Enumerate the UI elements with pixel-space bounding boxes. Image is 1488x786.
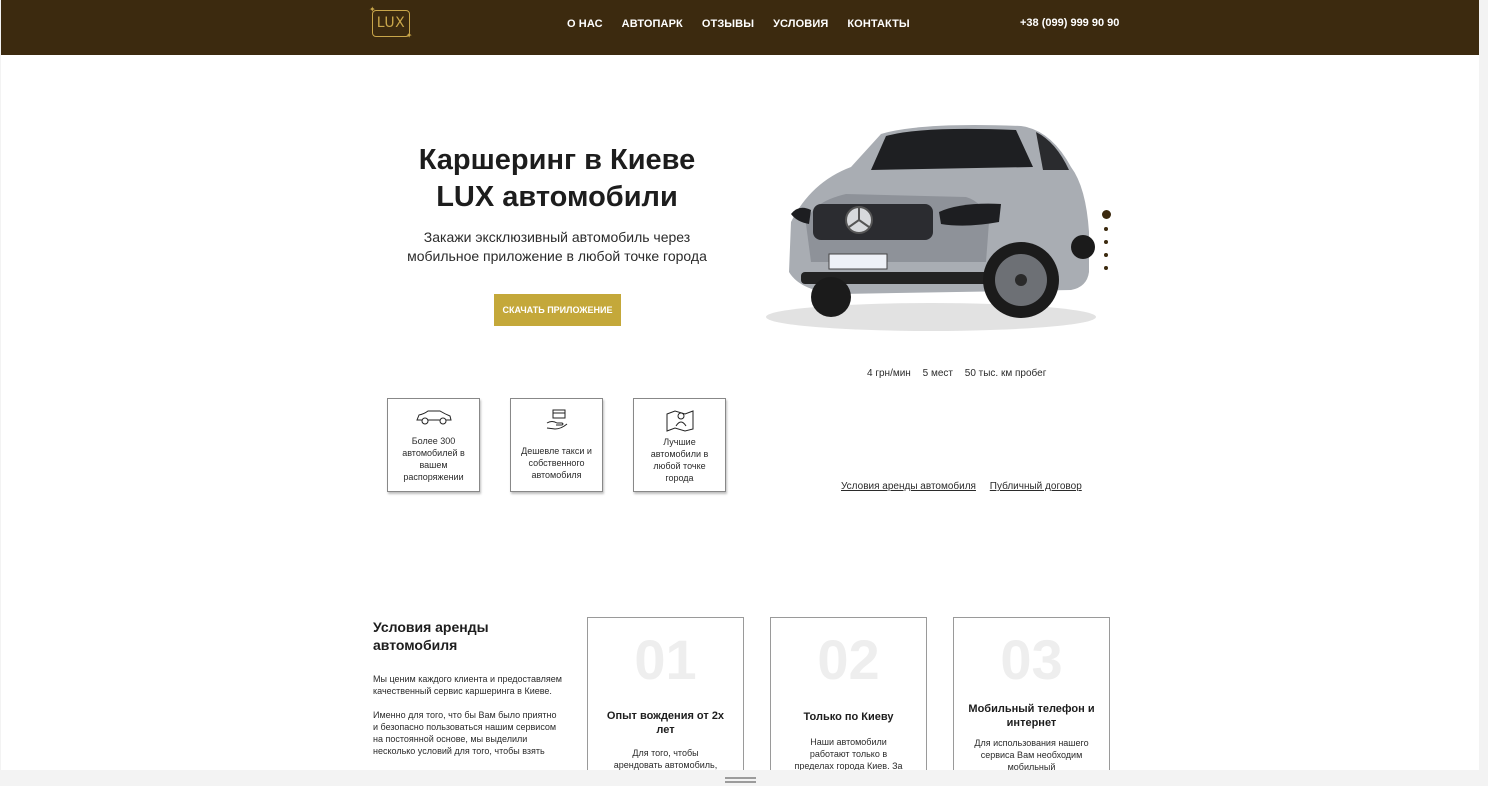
feature-card: Дешевле такси и собственного автомобиля	[510, 398, 603, 492]
grip-line	[725, 777, 756, 779]
site-header: ✦ LUX ✦ О НАС АВТОПАРК ОТЗЫВЫ УСЛОВИЯ КО…	[1, 0, 1479, 55]
slider-dot[interactable]	[1104, 240, 1108, 244]
feature-text: Лучшие автомобили в любой точке города	[650, 437, 709, 483]
car-image	[766, 125, 1096, 331]
card-number: 01	[634, 628, 697, 691]
conditions-paragraph: Мы ценим каждого клиента и предоставляем…	[373, 674, 562, 696]
card-text: Наши автомобили работают только в предел…	[794, 737, 903, 770]
card-title: Опыт вождения от 2х лет	[606, 710, 725, 736]
hero-title: Каршеринг в Киеве LUX автомобили	[387, 142, 727, 216]
nav-reviews[interactable]: ОТЗЫВЫ	[702, 18, 754, 30]
card-text: Для того, чтобы арендовать автомобиль,	[613, 748, 718, 770]
conditions-text: Мы ценим каждого клиента и предоставляем…	[373, 673, 563, 769]
conditions-paragraph: Именно для того, что бы Вам было приятно…	[373, 710, 557, 756]
spec-seats: 5 мест	[922, 368, 953, 379]
map-person-icon	[666, 410, 693, 432]
legal-links: Условия аренды автомобиля Публичный дого…	[841, 481, 1093, 492]
slider-dots	[1101, 210, 1111, 279]
hero-subtitle-line: Закажи эксклюзивный автомобиль через	[423, 229, 691, 245]
car-specs: 4 грн/мин 5 мест 50 тыс. км пробег	[867, 368, 1055, 379]
nav-about[interactable]: О НАС	[567, 18, 603, 30]
card-text: Для использования нашего сервиса Вам нео…	[974, 738, 1089, 770]
hand-card-icon	[546, 409, 567, 430]
card-number: 02	[817, 628, 880, 691]
car-icon	[415, 410, 452, 425]
resize-handle-bar[interactable]	[0, 770, 1488, 786]
slider-dot[interactable]	[1104, 253, 1108, 257]
download-app-button[interactable]: СКАЧАТЬ ПРИЛОЖЕНИЕ	[494, 294, 621, 326]
spec-price: 4 грн/мин	[867, 368, 911, 379]
logo-text: LUX	[376, 15, 406, 31]
hero-subtitle: Закажи эксклюзивный автомобиль через моб…	[387, 228, 727, 266]
nav-contacts[interactable]: КОНТАКТЫ	[847, 18, 909, 30]
nav-fleet[interactable]: АВТОПАРК	[622, 18, 683, 30]
slider-dot[interactable]	[1101, 210, 1111, 219]
grip-line	[725, 781, 756, 783]
sparkle-icon: ✦	[405, 31, 413, 40]
rental-terms-link[interactable]: Условия аренды автомобиля	[841, 481, 976, 492]
main-nav: О НАС АВТОПАРК ОТЗЫВЫ УСЛОВИЯ КОНТАКТЫ	[567, 0, 929, 48]
feature-card: Лучшие автомобили в любой точке города	[633, 398, 726, 492]
slider-dot[interactable]	[1104, 227, 1108, 231]
lux-logo[interactable]: ✦ LUX ✦	[369, 6, 413, 40]
feature-text: Более 300 автомобилей в вашем распоряжен…	[402, 436, 465, 482]
card-title: Только по Киеву	[803, 711, 894, 723]
nav-conditions[interactable]: УСЛОВИЯ	[773, 18, 828, 30]
sparkle-icon: ✦	[369, 5, 377, 14]
card-title: Мобильный телефон и интернет	[968, 703, 1095, 729]
hero-title-line: Каршеринг в Киеве	[418, 144, 696, 176]
phone-number[interactable]: +38 (099) 999 90 90	[1020, 17, 1119, 29]
spec-mileage: 50 тыс. км пробег	[964, 368, 1047, 379]
hero-subtitle-line: мобильное приложение в любой точке город…	[407, 248, 707, 264]
condition-card: 02 Только по Киеву Наши автомобили работ…	[770, 617, 927, 770]
conditions-title: Условия аренды автомобиля	[373, 619, 489, 653]
card-number: 03	[1000, 628, 1063, 691]
window-edge	[1480, 0, 1488, 770]
feature-text: Дешевле такси и собственного автомобиля	[521, 446, 592, 480]
condition-card: 03 Мобильный телефон и интернет Для испо…	[953, 617, 1110, 770]
page: ✦ LUX ✦ О НАС АВТОПАРК ОТЗЫВЫ УСЛОВИЯ КО…	[1, 0, 1479, 770]
hero-title-line: LUX автомобили	[436, 181, 678, 213]
feature-card: Более 300 автомобилей в вашем распоряжен…	[387, 398, 480, 492]
condition-card: 01 Опыт вождения от 2х лет Для того, что…	[587, 617, 744, 770]
slider-dot[interactable]	[1104, 266, 1108, 270]
public-contract-link[interactable]: Публичный договор	[990, 481, 1082, 492]
